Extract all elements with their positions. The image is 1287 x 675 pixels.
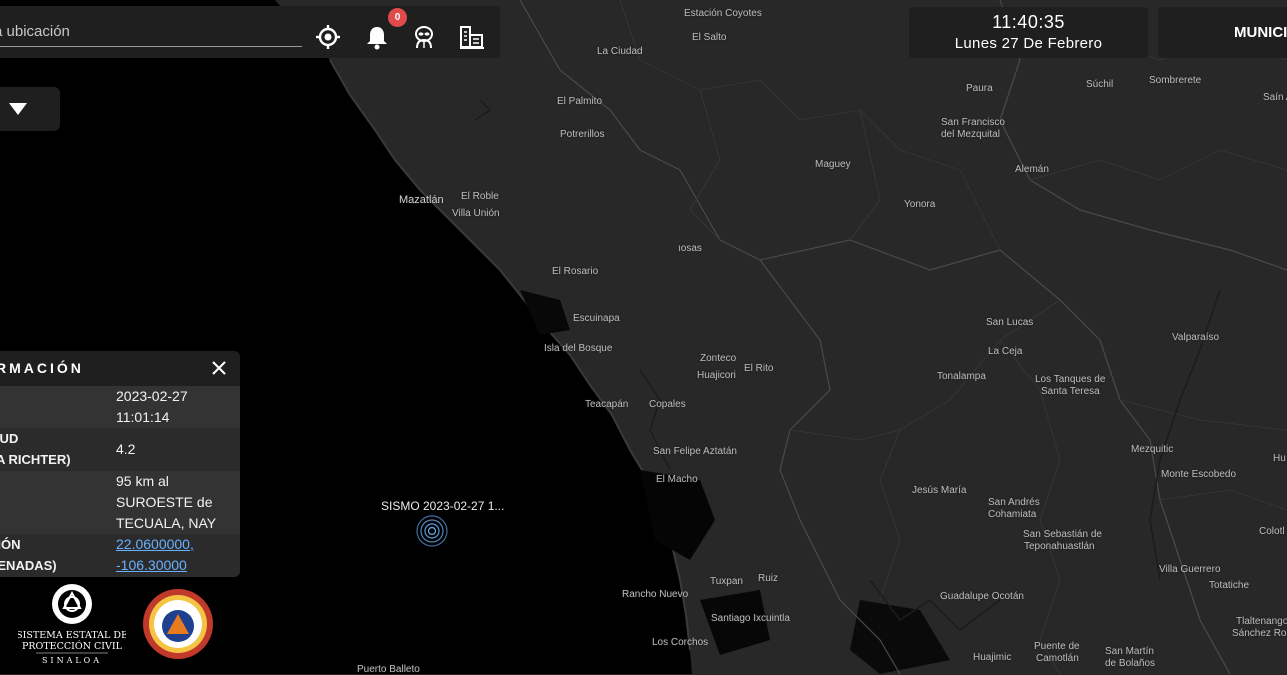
place-label: Zonteco xyxy=(700,353,737,364)
place-label: Los Corchos xyxy=(652,637,709,648)
earthquake-info-panel: RMACIÓN 2023-02-27 11:01:14 ITUD LA RICH… xyxy=(0,351,240,577)
place-label: La Ceja xyxy=(988,346,1023,357)
place-label: Saín A xyxy=(1263,92,1287,103)
place-label: Tonalampa xyxy=(937,371,986,382)
place-label: Huajimic xyxy=(973,652,1012,663)
place-label: Estación Coyotes xyxy=(684,8,762,19)
earthquake-marker-icon[interactable] xyxy=(414,514,450,550)
coordinates-link[interactable]: 22.0600000, -106.30000 xyxy=(116,534,236,576)
place-label: San Felipe Aztatán xyxy=(653,446,737,457)
place-label: ıosas xyxy=(678,243,702,254)
info-key: CIÓN DENADAS) xyxy=(0,537,57,573)
place-label: Paura xyxy=(966,83,993,94)
clock-time: 11:40:35 xyxy=(992,12,1065,32)
place-label: Camotlán xyxy=(1036,653,1079,664)
info-value: 95 km al SUROESTE de TECUALA, NAY xyxy=(116,473,217,531)
place-label: El Rito xyxy=(744,363,774,374)
info-panel-title: RMACIÓN xyxy=(0,360,84,376)
place-label: Tlaltenango xyxy=(1236,616,1287,627)
instituto-estatal-logo xyxy=(140,584,216,664)
municipio-button[interactable]: MUNICI xyxy=(1158,7,1287,58)
svg-text:PROTECCIÓN CIVIL: PROTECCIÓN CIVIL xyxy=(22,640,123,652)
municipio-label: MUNICI xyxy=(1234,24,1287,41)
place-label: Hu xyxy=(1273,453,1286,464)
clock-date: Lunes 27 De Febrero xyxy=(954,35,1103,52)
place-label: Colotl xyxy=(1259,526,1285,537)
place-label: La Ciudad xyxy=(597,46,643,57)
place-label: El Palmito xyxy=(557,96,603,107)
notification-count-badge: 0 xyxy=(388,8,407,27)
place-label: San Sebastián de xyxy=(1023,529,1102,540)
place-label: Mezquitic xyxy=(1131,444,1174,455)
place-label: Potrerillos xyxy=(560,129,605,140)
place-label: Monte Escobedo xyxy=(1161,469,1237,480)
info-key: ITUD LA RICHTER) xyxy=(0,431,71,467)
info-row-location: 95 km al SUROESTE de TECUALA, NAY xyxy=(0,471,240,534)
info-row-coordinates: CIÓN DENADAS) 22.0600000, -106.30000 xyxy=(0,534,240,577)
svg-text:SISTEMA ESTATAL DE: SISTEMA ESTATAL DE xyxy=(18,630,126,641)
place-label: Villa Guerrero xyxy=(1159,564,1221,575)
place-label: Sombrerete xyxy=(1149,75,1202,86)
place-label: El Macho xyxy=(656,474,698,485)
info-panel-header: RMACIÓN xyxy=(0,351,240,386)
search-toolbar: 0 xyxy=(0,6,500,58)
place-label: Los Tanques de xyxy=(1035,374,1106,385)
place-label: Teacapán xyxy=(585,399,629,410)
place-label: Isla del Bosque xyxy=(544,343,613,354)
crosshair-icon[interactable] xyxy=(315,24,341,50)
svg-text:SINALOA: SINALOA xyxy=(42,656,102,665)
place-label: Súchil xyxy=(1086,79,1114,90)
place-label: Puerto Balleto xyxy=(357,664,420,675)
place-label: Copales xyxy=(649,399,686,410)
place-label: Ruiz xyxy=(758,573,779,584)
info-row-magnitude: ITUD LA RICHTER) 4.2 xyxy=(0,428,240,471)
place-label: Jesús María xyxy=(912,485,967,496)
earthquake-label: SISMO 2023-02-27 1... xyxy=(381,499,505,513)
info-row-date: 2023-02-27 11:01:14 xyxy=(0,386,240,428)
place-label: San Francisco xyxy=(941,117,1005,128)
place-label: San Andrés xyxy=(988,497,1040,508)
place-label: Escuinapa xyxy=(573,313,620,324)
chevron-down-icon xyxy=(9,103,27,115)
place-label: del Mezquital xyxy=(941,129,1000,140)
layer-dropdown-button[interactable] xyxy=(0,87,60,131)
close-icon[interactable] xyxy=(210,359,228,377)
place-label: Guadalupe Ocotán xyxy=(940,591,1024,602)
info-value: 4.2 xyxy=(116,441,136,457)
buildings-icon[interactable] xyxy=(459,24,485,50)
place-label: Totatiche xyxy=(1209,580,1250,591)
place-label: Puente de xyxy=(1034,641,1080,652)
place-label: Mazatlán xyxy=(399,194,444,206)
place-label: San Martín xyxy=(1105,646,1154,657)
place-label: Maguey xyxy=(815,159,851,170)
place-label: Santiago Ixcuintla xyxy=(711,613,790,624)
place-label: San Lucas xyxy=(986,317,1034,328)
place-label: Tuxpan xyxy=(710,576,743,587)
place-label: Huajicori xyxy=(697,370,736,381)
place-label: Rancho Nuevo xyxy=(622,589,689,600)
alien-icon[interactable] xyxy=(411,24,437,50)
info-value: 2023-02-27 11:01:14 xyxy=(116,388,188,425)
place-label: Sánchez Rom xyxy=(1232,628,1287,639)
place-label: Villa Unión xyxy=(452,208,500,219)
place-label: Alemán xyxy=(1015,164,1049,175)
clock-panel: 11:40:35 Lunes 27 De Febrero xyxy=(909,7,1148,58)
place-label: El Rosario xyxy=(552,266,599,277)
place-label: Cohamiata xyxy=(988,509,1037,520)
place-label: de Bolaños xyxy=(1105,658,1156,669)
sistema-proteccion-civil-logo: SISTEMA ESTATAL DE PROTECCIÓN CIVIL SINA… xyxy=(16,583,128,667)
place-label: Valparaíso xyxy=(1172,332,1220,343)
place-label: El Salto xyxy=(692,32,727,43)
search-input[interactable] xyxy=(0,16,302,47)
place-label: Santa Teresa xyxy=(1041,386,1100,397)
place-label: El Roble xyxy=(461,191,499,202)
place-label: Yonora xyxy=(904,199,936,210)
bell-icon[interactable] xyxy=(364,24,390,50)
place-label: Teponahuastlán xyxy=(1024,541,1095,552)
